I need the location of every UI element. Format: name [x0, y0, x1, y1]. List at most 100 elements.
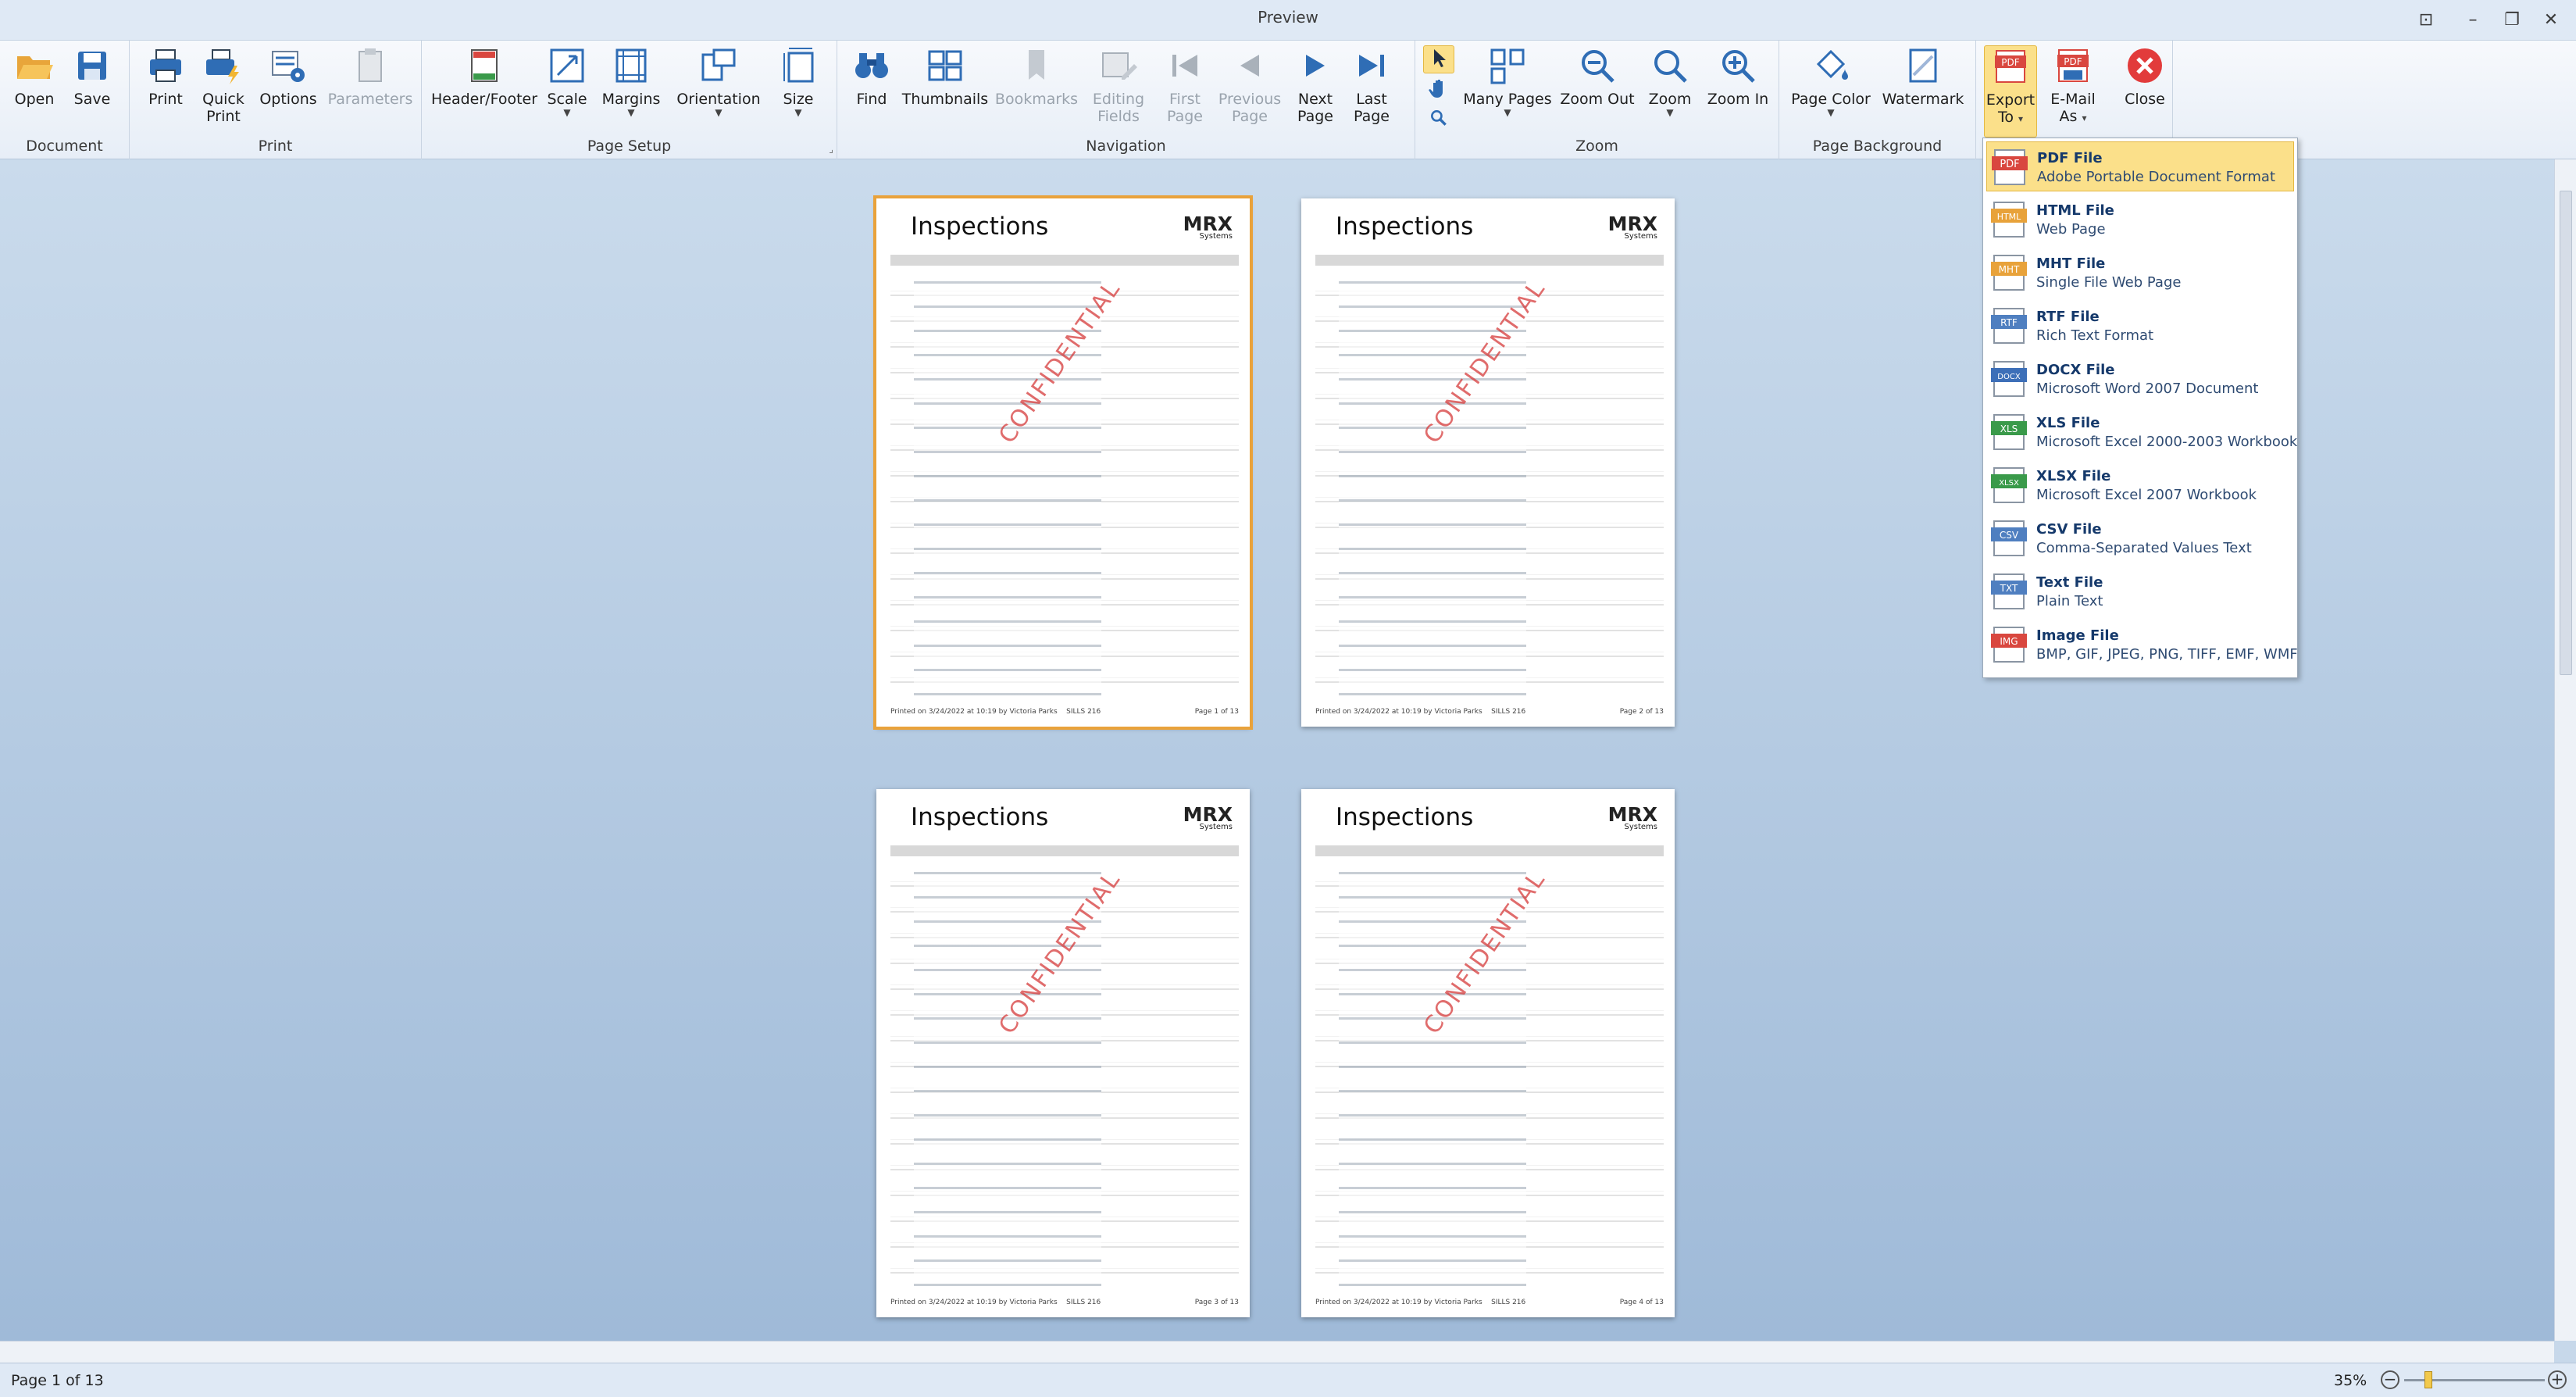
group-page-background: Page Color ▼ Watermark Page Background: [1779, 41, 1976, 159]
previous-page-button[interactable]: Previous Page: [1215, 45, 1284, 125]
export-html-item[interactable]: HTML HTML File Web Page: [1986, 195, 2294, 245]
pointer-tool-button[interactable]: [1423, 45, 1454, 73]
export-text-item[interactable]: TXT Text File Plain Text: [1986, 566, 2294, 616]
parameters-button[interactable]: Parameters: [325, 45, 416, 108]
group-navigation: Find Thumbnails Bookmarks Editing Fields…: [837, 41, 1415, 159]
menu-item-title: XLS File: [2036, 415, 2100, 431]
zoom-out-small-icon[interactable]: −: [2381, 1370, 2399, 1389]
page-thumbnail[interactable]: Inspections MRX Systems CONFIDENTIAL Prin…: [873, 195, 1253, 730]
vertical-scrollbar[interactable]: [2554, 159, 2576, 1341]
last-page-label-1: Last: [1356, 91, 1387, 108]
table-header: [890, 255, 1239, 266]
menu-item-title: RTF File: [2036, 309, 2100, 325]
next-page-button[interactable]: Next Page: [1290, 45, 1340, 125]
print-options-icon: [272, 51, 305, 82]
group-label-page-setup: Page Setup: [587, 138, 672, 155]
page-title: Inspections: [911, 803, 1049, 831]
page-thumbnail[interactable]: Inspections MRX Systems CONFIDENTIAL Prin…: [1301, 789, 1675, 1317]
editing-fields-button[interactable]: Editing Fields: [1086, 45, 1151, 125]
menu-item-subtitle: Single File Web Page: [2036, 274, 2182, 291]
zoom-in-button[interactable]: Zoom In: [1703, 45, 1773, 108]
page-size-icon: [783, 48, 814, 83]
previous-page-label-1: Previous: [1218, 91, 1282, 108]
export-xls-item[interactable]: XLS XLS File Microsoft Excel 2000-2003 W…: [1986, 407, 2297, 457]
orientation-label: Orientation: [676, 91, 761, 108]
save-button[interactable]: Save: [66, 45, 119, 108]
last-page-button[interactable]: Last Page: [1347, 45, 1397, 125]
print-label: Print: [148, 91, 183, 108]
fullscreen-button[interactable]: ⊡: [2404, 6, 2448, 34]
printer-icon: [150, 49, 181, 82]
group-page-setup: Header/Footer Scale ▼ Margins ▼ Orientat…: [422, 41, 837, 159]
export-mht-item[interactable]: MHT MHT File Single File Web Page: [1986, 248, 2294, 298]
export-csv-item[interactable]: CSV CSV File Comma-Separated Values Text: [1986, 513, 2294, 563]
quick-print-button[interactable]: Quick Print: [195, 45, 252, 125]
close-window-button[interactable]: ✕: [2529, 6, 2573, 34]
print-button[interactable]: Print: [141, 45, 191, 108]
zoom-out-label: Zoom Out: [1560, 91, 1635, 108]
export-image-item[interactable]: IMG Image File BMP, GIF, JPEG, PNG, TIFF…: [1986, 620, 2298, 670]
pdf-export-icon: PDF: [1995, 50, 2026, 83]
menu-item-subtitle: Comma-Separated Values Text: [2036, 540, 2252, 556]
zoom-slider-thumb[interactable]: [2424, 1371, 2432, 1388]
group-label-zoom: Zoom: [1575, 138, 1618, 155]
many-pages-button[interactable]: Many Pages ▼: [1462, 45, 1553, 117]
find-button[interactable]: Find: [848, 45, 895, 108]
hand-tool-button[interactable]: [1423, 77, 1454, 105]
magnifier-tool-button[interactable]: [1423, 108, 1454, 131]
export-pdf-item[interactable]: PDF PDF File Adobe Portable Document For…: [1986, 141, 2294, 191]
watermark-button[interactable]: Watermark: [1879, 45, 1967, 108]
scrollbar-thumb[interactable]: [2560, 191, 2572, 675]
bookmarks-button[interactable]: Bookmarks: [994, 45, 1079, 108]
email-as-button[interactable]: PDF E-Mail As ▾: [2045, 45, 2101, 125]
zoom-in-small-icon[interactable]: +: [2548, 1370, 2567, 1389]
next-page-label-1: Next: [1297, 91, 1333, 108]
many-pages-label: Many Pages: [1463, 91, 1552, 108]
chevron-down-icon: ▼: [715, 107, 722, 118]
thumbnails-button[interactable]: Thumbnails: [901, 45, 989, 108]
page-color-button[interactable]: Page Color ▼: [1787, 45, 1875, 117]
chevron-down-icon: ▾: [2082, 113, 2087, 123]
first-page-button[interactable]: First Page: [1159, 45, 1211, 125]
export-rtf-item[interactable]: RTF RTF File Rich Text Format: [1986, 301, 2294, 351]
open-button[interactable]: Open: [8, 45, 61, 108]
menu-item-title: HTML File: [2036, 202, 2114, 219]
export-docx-item[interactable]: DOCX DOCX File Microsoft Word 2007 Docum…: [1986, 354, 2294, 404]
group-label-navigation: Navigation: [1086, 138, 1166, 155]
scale-button[interactable]: Scale ▼: [544, 45, 590, 117]
svg-text:PDF: PDF: [2001, 57, 2019, 68]
previous-page-label-2: Page: [1232, 108, 1268, 125]
close-preview-button[interactable]: Close: [2120, 45, 2170, 108]
zoom-button[interactable]: Zoom ▼: [1642, 45, 1698, 117]
maximize-button[interactable]: ❐: [2490, 6, 2534, 34]
many-pages-icon: [1490, 48, 1525, 84]
zoom-icon: [1654, 50, 1687, 83]
menu-item-title: Text File: [2036, 574, 2103, 591]
margins-button[interactable]: Margins ▼: [598, 45, 664, 117]
chevron-down-icon: ▼: [1504, 107, 1511, 118]
size-button[interactable]: Size ▼: [775, 45, 822, 117]
page-thumbnail[interactable]: Inspections MRX Systems CONFIDENTIAL Prin…: [876, 789, 1250, 1317]
thumbnails-icon: [928, 50, 962, 81]
zoom-out-button[interactable]: Zoom Out: [1557, 45, 1637, 108]
page-setup-launcher-icon[interactable]: ⌟: [829, 144, 833, 155]
margins-label: Margins: [601, 91, 661, 108]
options-button[interactable]: Options: [256, 45, 320, 108]
chevron-down-icon: ▼: [627, 107, 635, 118]
export-to-button[interactable]: PDF Export To ▾: [1984, 45, 2037, 138]
export-xlsx-item[interactable]: XLSX XLSX File Microsoft Excel 2007 Work…: [1986, 460, 2294, 510]
next-page-label-2: Page: [1297, 108, 1333, 125]
page-thumbnail[interactable]: Inspections MRX Systems CONFIDENTIAL Prin…: [1301, 198, 1675, 727]
svg-text:PDF: PDF: [2000, 159, 2019, 170]
minimize-button[interactable]: –: [2451, 6, 2495, 34]
watermark-icon: [1909, 48, 1937, 83]
xls-file-icon: XLS: [1991, 414, 2027, 450]
watermark-label: Watermark: [1882, 91, 1964, 108]
horizontal-scrollbar[interactable]: [0, 1341, 2554, 1363]
csv-file-icon: CSV: [1991, 520, 2027, 556]
header-footer-button[interactable]: Header/Footer: [431, 45, 537, 108]
editing-fields-label-1: Editing: [1092, 91, 1145, 108]
orientation-button[interactable]: Orientation ▼: [670, 45, 767, 117]
clipboard-icon: [359, 48, 382, 82]
scale-label: Scale: [547, 91, 587, 108]
